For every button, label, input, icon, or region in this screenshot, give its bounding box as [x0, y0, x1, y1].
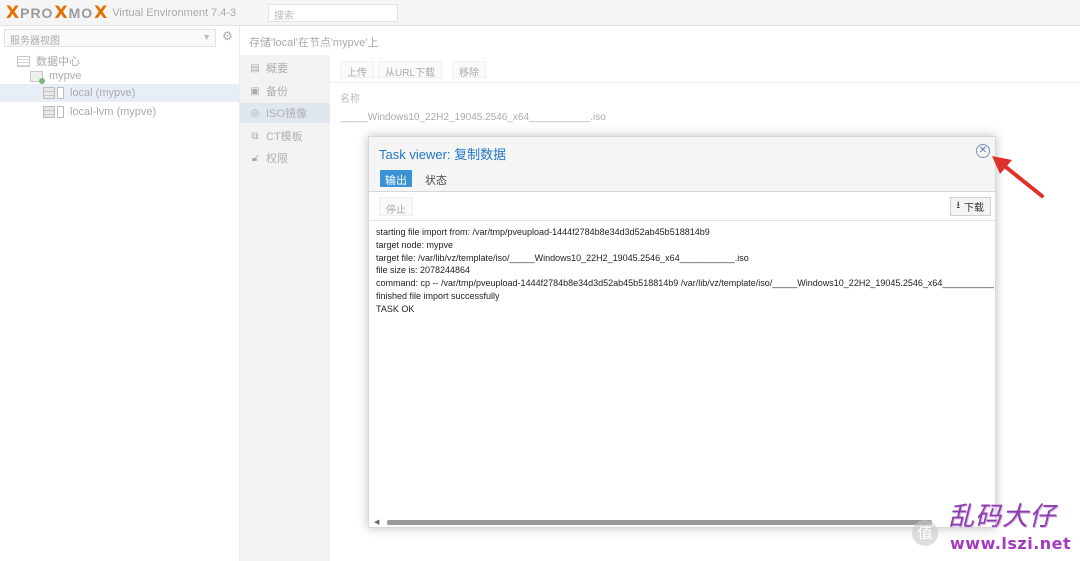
tab-output[interactable]: 输出 [380, 170, 412, 187]
task-log-output: starting file import from: /var/tmp/pveu… [376, 226, 994, 516]
logo-brand-left: PRO [20, 5, 54, 21]
stop-button[interactable]: 停止 [379, 197, 413, 216]
log-line: starting file import from: /var/tmp/pveu… [376, 227, 710, 237]
datacenter-icon [17, 55, 30, 67]
dialog-title: Task viewer: 复制数据 [379, 144, 506, 163]
version-label: Virtual Environment 7.4-3 [112, 7, 237, 19]
breadcrumb: 存储'local'在节点'mypve'上 [249, 37, 379, 49]
tab-status[interactable]: 状态 [420, 170, 452, 187]
scrollbar-thumb[interactable] [387, 520, 932, 525]
download-button-label: 下载 [964, 203, 984, 214]
name-column-header[interactable]: 名称 [340, 90, 360, 105]
log-line: target node: mypve [376, 239, 454, 250]
storage-icon [43, 87, 55, 99]
download-from-url-button[interactable]: 从URL下载 [378, 61, 443, 79]
chevron-down-icon: ▼ [202, 32, 211, 42]
content-toolbar: 上传 从URL下载 移除 [330, 55, 1080, 83]
subnav-item-ct-template[interactable]: ⧉ CT模板 [240, 126, 330, 146]
dialog-title-prefix: Task viewer: [379, 147, 451, 162]
top-bar: X PRO X MO X Virtual Environment 7.4-3 搜… [0, 0, 1080, 26]
subnav-item-summary[interactable]: ▤ 概要 [240, 58, 330, 78]
iso-file-row[interactable]: _____Windows10_22H2_19045.2546_x64______… [340, 112, 606, 123]
log-line: target file: /var/lib/vz/template/iso/__… [376, 252, 749, 263]
subnav-label: 备份 [266, 86, 288, 98]
dialog-header: Task viewer: 复制数据 ✕ [369, 137, 995, 165]
tree-item-label: local-lvm (mypve) [70, 106, 157, 118]
logo-x-mark-mid: X [54, 3, 68, 23]
task-viewer-dialog: Task viewer: 复制数据 ✕ 输出 状态 停止 ⭳ 下载 starti… [368, 136, 996, 528]
subnav-item-backup[interactable]: ▣ 备份 [240, 81, 330, 101]
logo-x-mark-end: X [94, 3, 108, 23]
gear-icon[interactable]: ⚙ [222, 29, 233, 43]
proxmox-logo: X PRO X MO X Virtual Environment 7.4-3 [6, 3, 237, 23]
ct-template-icon: ⧉ [251, 130, 259, 142]
dialog-toolbar: 停止 ⭳ 下载 [369, 192, 995, 221]
document-icon [57, 87, 64, 99]
logo-brand-mid: MO [68, 5, 94, 21]
tree-item-storage-local[interactable]: local (mypve) [0, 84, 239, 102]
resource-tree: 服务器视图 ▼ ⚙ 数据中心 mypve local (mypve) local… [0, 26, 240, 561]
horizontal-scrollbar[interactable]: ◀ [374, 518, 994, 526]
storage-icon [43, 106, 55, 118]
upload-button[interactable]: 上传 [340, 61, 374, 79]
logo-x-mark: X [6, 3, 20, 23]
dialog-tabs: 输出 状态 [369, 165, 995, 192]
document-icon [57, 106, 64, 118]
permissions-icon: 🔓︎ [251, 152, 259, 164]
subnav-label: CT模板 [266, 131, 303, 143]
dialog-title-task: 复制数据 [454, 147, 507, 162]
node-icon [30, 70, 45, 84]
scroll-left-icon[interactable]: ◀ [374, 518, 379, 526]
download-button[interactable]: ⭳ 下载 [949, 197, 991, 216]
download-icon: ⭳ [956, 200, 961, 211]
watermark-url: www.lszi.net [950, 534, 1072, 553]
backup-icon: ▣ [250, 85, 260, 97]
storage-subnav: ▤ 概要 ▣ 备份 ◎ ISO镜像 ⧉ CT模板 🔓︎ 权限 [240, 55, 330, 561]
tree-item-storage-local-lvm[interactable]: local-lvm (mypve) [0, 103, 239, 121]
watermark-side-badge: 值 [912, 520, 938, 546]
subnav-label: 概要 [266, 63, 288, 75]
iso-icon: ◎ [250, 107, 260, 119]
tree-item-label: mypve [49, 70, 82, 82]
log-line: file size is: 2078244864 [376, 265, 471, 276]
search-input[interactable]: 搜索 [268, 4, 398, 22]
subnav-label: ISO镜像 [266, 108, 307, 120]
tree-item-label: local (mypve) [70, 87, 136, 99]
watermark-title: 乱码大仔 [948, 502, 1057, 532]
summary-icon: ▤ [250, 62, 260, 74]
tree-item-node-mypve[interactable]: mypve [0, 67, 239, 85]
subnav-label: 权限 [266, 153, 288, 165]
remove-button[interactable]: 移除 [452, 61, 486, 79]
subnav-item-iso[interactable]: ◎ ISO镜像 [240, 103, 330, 123]
server-view-label: 服务器视图 [10, 36, 60, 47]
red-arrow-annotation [992, 156, 1044, 198]
watermark: 值 乱码大仔 www.lszi.net [912, 470, 1078, 558]
log-line: TASK OK [376, 303, 415, 314]
subnav-item-permissions[interactable]: 🔓︎ 权限 [240, 148, 330, 168]
log-line: finished file import successfully [376, 290, 500, 301]
log-line: command: cp -- /var/tmp/pveupload-1444f2… [376, 278, 994, 289]
server-view-select[interactable]: 服务器视图 ▼ [4, 29, 216, 47]
